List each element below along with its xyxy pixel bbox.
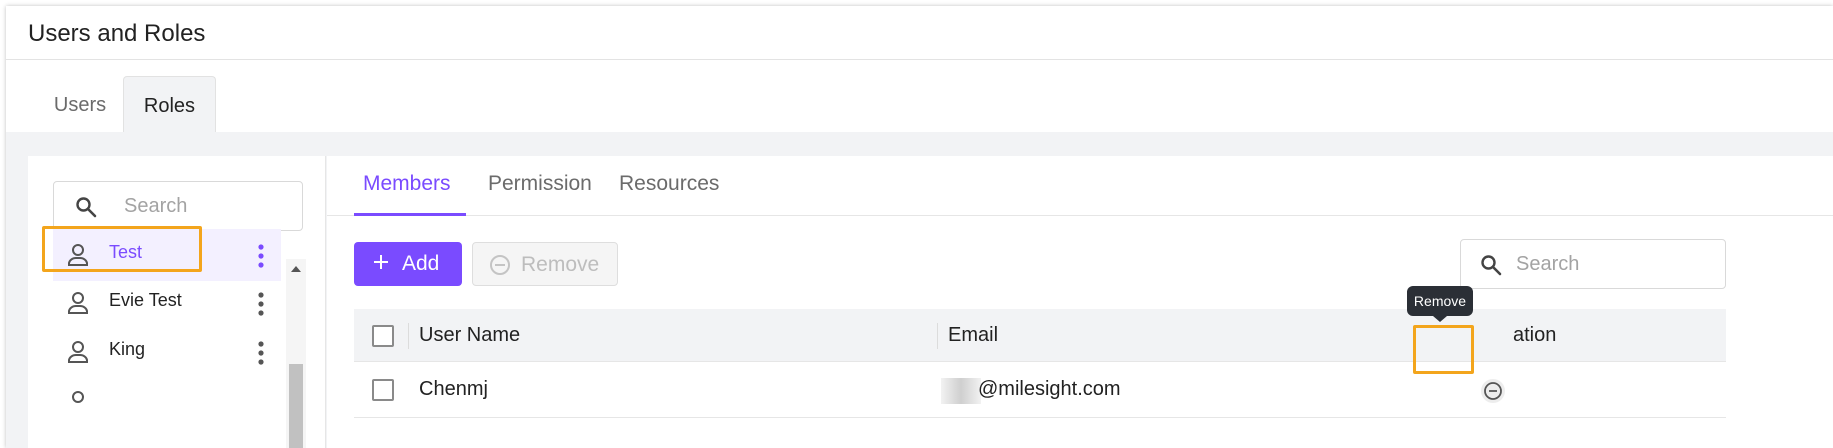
email-redaction	[941, 378, 981, 404]
member-search-input[interactable]	[1516, 250, 1706, 278]
remove-member-icon[interactable]	[1481, 379, 1505, 403]
role-item-test[interactable]: Test	[53, 229, 281, 281]
users-and-roles-window: Users and Roles Users Roles Test	[6, 6, 1833, 448]
scrollbar-thumb[interactable]	[289, 364, 303, 448]
kebab-menu-icon[interactable]	[256, 291, 266, 317]
roles-panel: Test Evie Test King	[28, 156, 326, 448]
kebab-menu-icon[interactable]	[256, 243, 266, 269]
scroll-up-arrow-icon[interactable]	[291, 266, 301, 272]
remove-tooltip: Remove	[1407, 286, 1473, 322]
members-table: User Name Email ation Chenmj @milesight.…	[354, 309, 1726, 448]
role-name: Evie Test	[109, 290, 182, 310]
column-header-operation: ation	[1513, 324, 1557, 346]
add-button-label: Add	[402, 252, 440, 275]
remove-button-label: Remove	[521, 253, 600, 276]
role-name: King	[109, 339, 146, 359]
tab-roles[interactable]: Roles	[123, 76, 216, 138]
person-icon	[68, 292, 88, 314]
role-item-partial[interactable]	[53, 376, 281, 428]
column-divider	[408, 323, 409, 349]
sub-tabs: Members Permission Resources	[327, 156, 1833, 216]
email-cell: @milesight.com	[978, 378, 1121, 400]
member-search-box[interactable]	[1460, 239, 1726, 289]
minus-circle-icon	[490, 255, 510, 275]
search-icon	[76, 197, 97, 218]
page-title: Users and Roles	[28, 20, 206, 47]
role-detail-panel: Members Permission Resources Add Remove	[327, 156, 1833, 448]
role-search-input[interactable]	[124, 192, 294, 220]
roles-scrollbar[interactable]	[286, 259, 306, 448]
tab-resources[interactable]: Resources	[619, 172, 719, 196]
top-tabs: Users Roles	[6, 60, 1833, 138]
table-header: User Name Email ation	[354, 309, 1726, 362]
kebab-menu-icon[interactable]	[256, 340, 266, 366]
tab-permission[interactable]: Permission	[488, 172, 592, 196]
column-header-email[interactable]: Email	[948, 324, 998, 347]
search-icon	[1481, 255, 1502, 276]
row-checkbox[interactable]	[372, 379, 394, 401]
remove-button[interactable]: Remove	[472, 242, 618, 286]
plus-icon	[374, 255, 388, 269]
tab-members[interactable]: Members	[363, 172, 451, 196]
person-icon	[68, 244, 88, 266]
active-tab-indicator	[354, 213, 466, 216]
role-item-king[interactable]: King	[53, 326, 281, 378]
person-icon	[72, 391, 84, 403]
table-row[interactable]: Chenmj @milesight.com	[354, 362, 1726, 418]
select-all-checkbox[interactable]	[372, 325, 394, 347]
add-button[interactable]: Add	[354, 242, 462, 286]
tab-users[interactable]: Users	[34, 76, 126, 138]
user-name-cell: Chenmj	[419, 378, 488, 400]
app-header: Users and Roles	[6, 6, 1833, 60]
column-header-user-name[interactable]: User Name	[419, 324, 520, 347]
role-item-evie-test[interactable]: Evie Test	[53, 277, 281, 329]
role-search-box[interactable]	[53, 181, 303, 231]
role-name: Test	[109, 242, 143, 262]
person-icon	[68, 341, 88, 363]
column-divider	[937, 323, 938, 349]
